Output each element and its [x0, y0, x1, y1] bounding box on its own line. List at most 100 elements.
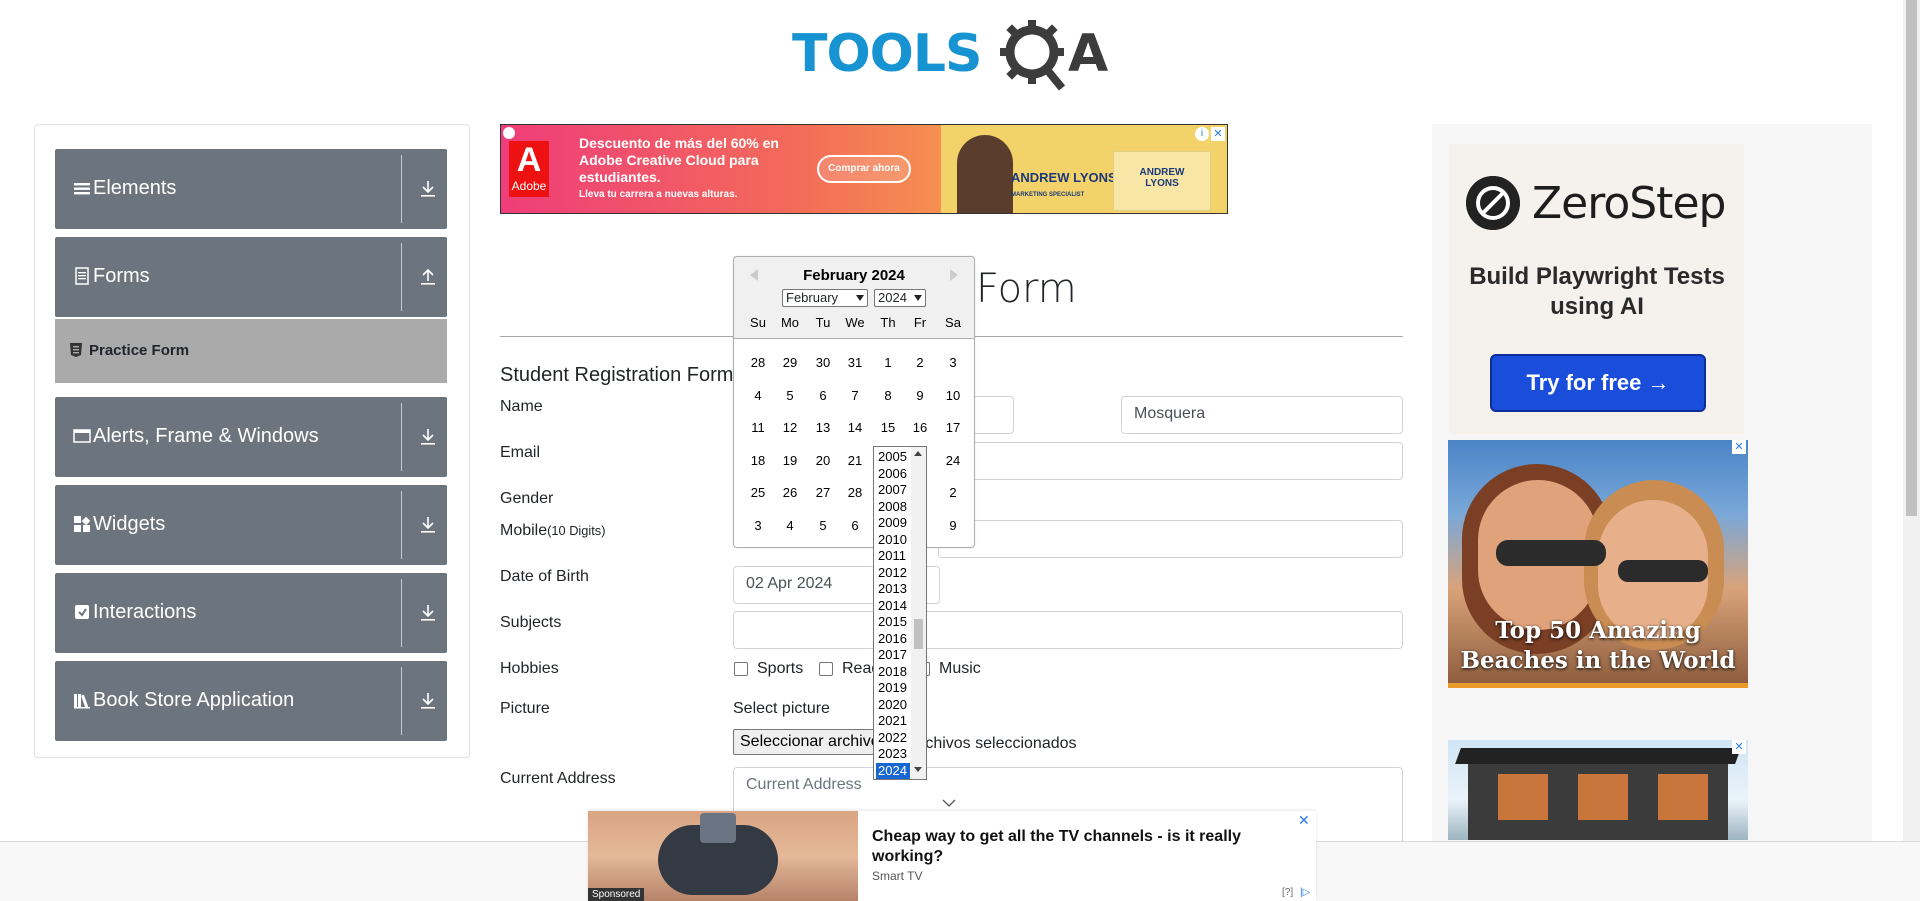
ad-close-icon[interactable]: ✕	[1732, 740, 1746, 754]
sidebar-group-forms[interactable]: Forms	[55, 237, 447, 317]
calendar-day[interactable]: 28	[839, 485, 871, 500]
calendar-day[interactable]: 5	[807, 518, 839, 533]
year-option[interactable]: 2015	[876, 614, 910, 631]
calendar-day[interactable]: 16	[904, 420, 936, 435]
calendar-day[interactable]: 21	[839, 453, 871, 468]
calendar-day[interactable]: 2	[937, 485, 969, 500]
email-input[interactable]	[938, 442, 1403, 480]
calendar-day[interactable]: 31	[839, 355, 871, 370]
year-option[interactable]: 2024	[876, 762, 910, 779]
sidebar-group-alerts[interactable]: Alerts, Frame & Windows	[55, 397, 447, 477]
calendar-day[interactable]: 4	[774, 518, 806, 533]
calendar-day[interactable]: 18	[742, 453, 774, 468]
datepicker-popup[interactable]: February 2024 February 2024 Su Mo Tu We Th Fr…	[733, 256, 975, 548]
bottom-ad-title[interactable]: Cheap way to get all the TV channels - i…	[872, 827, 1272, 867]
ad-close-icon[interactable]: ✕	[1211, 127, 1225, 141]
calendar-day[interactable]: 29	[774, 355, 806, 370]
calendar-day[interactable]: 25	[742, 485, 774, 500]
hobby-reading-checkbox[interactable]	[819, 662, 833, 676]
try-for-free-button[interactable]: Try for free →	[1490, 354, 1706, 412]
year-option[interactable]: 2008	[876, 499, 910, 516]
year-option[interactable]: 2006	[876, 466, 910, 483]
year-dropdown-list[interactable]: 2005 2006 2007 2008 2009 2010 2011 2012 2013 2014…	[873, 446, 927, 780]
calendar-day[interactable]: 3	[742, 518, 774, 533]
year-option[interactable]: 2007	[876, 482, 910, 499]
scroll-thumb[interactable]	[914, 619, 923, 649]
calendar-day[interactable]: 5	[774, 388, 806, 403]
calendar-day[interactable]: 9	[904, 388, 936, 403]
calendar-day[interactable]: 7	[839, 388, 871, 403]
year-option[interactable]: 2012	[876, 565, 910, 582]
year-option[interactable]: 2016	[876, 631, 910, 648]
calendar-day[interactable]: 12	[774, 420, 806, 435]
adchoices-icon[interactable]: |▷	[1300, 887, 1310, 898]
calendar-day[interactable]: 13	[807, 420, 839, 435]
calendar-day[interactable]: 24	[937, 453, 969, 468]
scroll-up-icon[interactable]	[914, 451, 922, 456]
calendar-day[interactable]: 8	[872, 388, 904, 403]
ad-cta-button[interactable]: Comprar ahora	[817, 155, 911, 183]
page-scroll-thumb[interactable]	[1906, 0, 1917, 516]
page-scrollbar[interactable]	[1903, 0, 1920, 841]
adchoices-icon[interactable]	[503, 127, 515, 139]
calendar-day[interactable]: 27	[807, 485, 839, 500]
year-option[interactable]: 2021	[876, 713, 910, 730]
sidebar-group-elements[interactable]: Elements	[55, 149, 447, 229]
house-ad[interactable]: ✕	[1448, 740, 1748, 840]
year-option[interactable]: 2010	[876, 532, 910, 549]
year-option[interactable]: 2011	[876, 548, 910, 565]
hobby-sports-label[interactable]: Sports	[757, 660, 803, 678]
ad-help-link[interactable]: [?]	[1282, 887, 1293, 898]
calendar-day[interactable]: 30	[807, 355, 839, 370]
calendar-day[interactable]: 20	[807, 453, 839, 468]
calendar-day[interactable]: 4	[742, 388, 774, 403]
year-option[interactable]: 2017	[876, 647, 910, 664]
calendar-day[interactable]: 6	[807, 388, 839, 403]
mobile-input[interactable]	[938, 520, 1403, 558]
year-list-scrollbar[interactable]	[911, 447, 926, 779]
ad-close-icon[interactable]: ✕	[1298, 813, 1312, 827]
year-option[interactable]: 2005	[876, 449, 910, 466]
hobby-music-label[interactable]: Music	[939, 660, 981, 678]
calendar-day[interactable]: 10	[937, 388, 969, 403]
last-name-input[interactable]: Mosquera	[1121, 396, 1403, 434]
hobby-sports-checkbox[interactable]	[734, 662, 748, 676]
calendar-day[interactable]: 17	[937, 420, 969, 435]
zerostep-ad[interactable]: ZeroStep Build Playwright Tests using AI…	[1450, 144, 1744, 434]
calendar-day[interactable]: 2	[904, 355, 936, 370]
sidebar-item-practice-form[interactable]: Practice Form	[55, 319, 447, 383]
sidebar-group-widgets[interactable]: Widgets	[55, 485, 447, 565]
choose-file-button[interactable]: Seleccionar archivo	[733, 729, 887, 755]
year-option[interactable]: 2013	[876, 581, 910, 598]
year-option[interactable]: 2020	[876, 697, 910, 714]
calendar-day[interactable]: 9	[937, 518, 969, 533]
year-option[interactable]: 2018	[876, 664, 910, 681]
calendar-day[interactable]: 3	[937, 355, 969, 370]
calendar-day[interactable]: 19	[774, 453, 806, 468]
toolsqa-logo[interactable]: TOOLS A	[792, 16, 1114, 92]
year-option[interactable]: 2019	[876, 680, 910, 697]
calendar-day[interactable]: 28	[742, 355, 774, 370]
calendar-day[interactable]: 1	[872, 355, 904, 370]
year-option[interactable]: 2022	[876, 730, 910, 747]
ad-close-icon[interactable]: ✕	[1732, 440, 1746, 454]
next-month-icon[interactable]	[950, 269, 958, 281]
year-option[interactable]: 2009	[876, 515, 910, 532]
scroll-down-icon[interactable]	[914, 767, 922, 772]
calendar-day[interactable]: 6	[839, 518, 871, 533]
month-select[interactable]: February	[782, 289, 868, 307]
bottom-ad[interactable]: Sponsored Cheap way to get all the TV ch…	[588, 811, 1316, 901]
calendar-day[interactable]: 14	[839, 420, 871, 435]
sidebar-group-interactions[interactable]: Interactions	[55, 573, 447, 653]
subjects-input[interactable]	[733, 611, 1403, 649]
calendar-day[interactable]: 11	[742, 420, 774, 435]
beach-ad[interactable]: Top 50 Amazing Beaches in the World ✕	[1448, 440, 1748, 688]
year-option[interactable]: 2023	[876, 746, 910, 763]
year-option[interactable]: 2014	[876, 598, 910, 615]
ad-info-icon[interactable]: i	[1195, 127, 1209, 141]
calendar-day[interactable]: 26	[774, 485, 806, 500]
sidebar-group-book-store[interactable]: Book Store Application	[55, 661, 447, 741]
top-ad-banner[interactable]: A Adobe Descuento de más del 60% en Adob…	[500, 124, 1228, 214]
calendar-day[interactable]: 15	[872, 420, 904, 435]
year-select[interactable]: 2024	[874, 289, 926, 307]
